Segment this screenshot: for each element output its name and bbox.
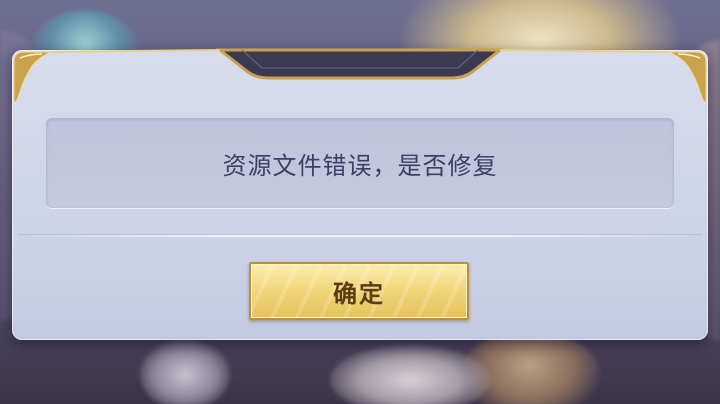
confirm-button[interactable]: 确定 [249,262,469,320]
confirm-button-label: 确定 [333,279,385,308]
background-boot-left [140,340,230,404]
dialog-message: 资源文件错误，是否修复 [222,151,498,180]
game-screen: 资源文件错误，是否修复 确定 [0,0,720,404]
dialog-divider [18,235,702,237]
message-box: 资源文件错误，是否修复 [46,118,674,208]
error-dialog: 资源文件错误，是否修复 确定 [12,50,708,340]
background-boot-mid [330,345,490,404]
